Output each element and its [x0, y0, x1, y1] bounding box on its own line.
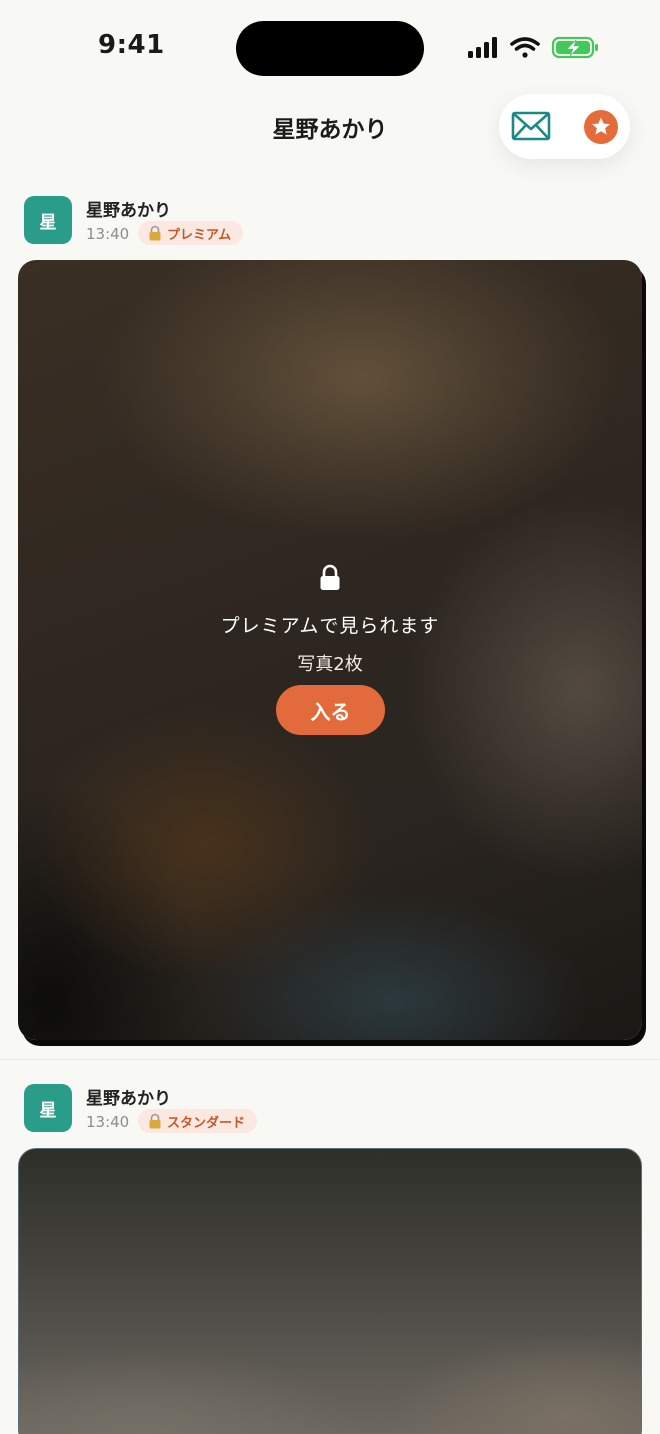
star-icon [592, 117, 610, 135]
status-time: 9:41 [98, 30, 165, 60]
header-actions [499, 94, 630, 159]
battery-icon [551, 36, 598, 59]
post-card: 星 星野あかり 13:40 スタンダード [0, 1080, 660, 1434]
photo-count: 写真2枚 [297, 654, 363, 675]
enter-button[interactable]: 入る [276, 685, 385, 735]
tier-badge-label: スタンダード [167, 1115, 246, 1131]
avatar[interactable]: 星 [24, 196, 72, 244]
lock-message: プレミアムで見られます [220, 615, 440, 637]
tier-badge-label: プレミアム [167, 227, 232, 243]
lock-icon [149, 1113, 161, 1129]
status-icons [468, 36, 598, 59]
lock-icon [320, 564, 340, 590]
tier-badge: プレミアム [138, 221, 244, 245]
author-name[interactable]: 星野あかり [86, 196, 171, 221]
post-time: 13:40 [86, 1113, 130, 1131]
locked-media[interactable] [18, 1148, 642, 1434]
lock-icon [149, 225, 161, 241]
avatar[interactable]: 星 [24, 1084, 72, 1132]
author-name[interactable]: 星野あかり [86, 1084, 171, 1109]
lock-overlay: プレミアムで見られます 写真2枚 入る [18, 260, 642, 1040]
signal-icon [468, 37, 497, 58]
star-button[interactable] [584, 110, 618, 144]
tier-badge: スタンダード [138, 1109, 258, 1133]
status-bar: 9:41 [0, 0, 660, 96]
envelope-icon[interactable] [511, 108, 551, 144]
locked-media[interactable]: プレミアムで見られます 写真2枚 入る [18, 260, 642, 1040]
wifi-icon [510, 37, 540, 58]
post-time: 13:40 [86, 225, 130, 243]
dynamic-island [236, 21, 424, 76]
post-card: 星 星野あかり 13:40 プレミアム プレミアムで見られます 写真2枚 入る [0, 192, 660, 1060]
